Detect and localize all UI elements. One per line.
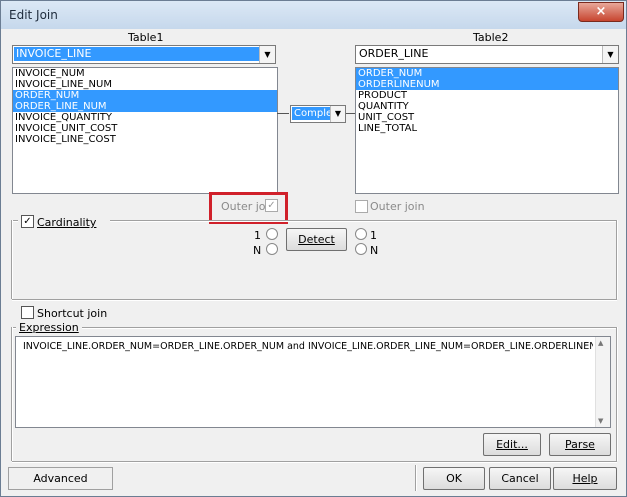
expression-group-bottom [12, 461, 617, 463]
table2-column-item[interactable]: ORDERLINENUM [356, 79, 618, 90]
ok-button[interactable]: OK [423, 467, 485, 490]
footer-divider [415, 465, 417, 491]
right-cardinality-one-label: 1 [370, 229, 377, 242]
table1-column-item[interactable]: INVOICE_UNIT_COST [13, 123, 277, 134]
table1-label: Table1 [128, 31, 164, 44]
help-button[interactable]: Help [553, 467, 617, 490]
right-cardinality-n-radio[interactable] [355, 243, 367, 255]
expression-group-right [616, 327, 618, 461]
scroll-down-icon[interactable]: ▼ [598, 417, 603, 425]
table2-select[interactable]: ORDER_LINE ▼ [355, 45, 619, 64]
cancel-button[interactable]: Cancel [489, 467, 551, 490]
table1-selected-value: INVOICE_LINE [14, 47, 260, 61]
operator-select[interactable]: Complex ▼ [290, 105, 346, 123]
expression-text: INVOICE_LINE.ORDER_NUM=ORDER_LINE.ORDER_… [23, 341, 593, 352]
cardinality-group-right [616, 220, 618, 299]
chevron-down-icon[interactable]: ▼ [330, 106, 345, 122]
table1-column-item[interactable]: INVOICE_LINE_NUM [13, 79, 277, 90]
table2-outer-join-checkbox[interactable] [355, 200, 368, 213]
checkmark-icon: ✓ [267, 200, 276, 211]
edit-button[interactable]: Edit... [483, 433, 541, 456]
left-cardinality-one-radio[interactable] [266, 228, 278, 240]
expression-group-left [11, 327, 13, 461]
footer-bar: Advanced OK Cancel Help [8, 465, 619, 491]
shortcut-join-label: Shortcut join [37, 307, 108, 320]
table2-column-item[interactable]: QUANTITY [356, 101, 618, 112]
cardinality-checkbox[interactable]: ✓ [21, 215, 34, 228]
parse-button[interactable]: Parse [549, 433, 611, 456]
table2-outer-join-label: Outer join [370, 200, 425, 213]
advanced-button[interactable]: Advanced [8, 467, 113, 490]
window-title: Edit Join [9, 8, 58, 22]
detect-button[interactable]: Detect [286, 228, 347, 251]
table1-column-item[interactable]: INVOICE_NUM [13, 68, 277, 79]
expression-scrollbar[interactable]: ▲ ▼ [595, 337, 610, 427]
dialog-body: Table1 INVOICE_LINE ▼ INVOICE_NUM INVOICE… [8, 29, 619, 491]
table2-label: Table2 [473, 31, 509, 44]
chevron-down-icon[interactable]: ▼ [602, 46, 618, 63]
expression-textarea[interactable]: INVOICE_LINE.ORDER_NUM=ORDER_LINE.ORDER_… [15, 336, 611, 428]
left-cardinality-n-label: N [253, 244, 262, 257]
expression-label: Expression [16, 321, 82, 334]
table1-column-item[interactable]: INVOICE_QUANTITY [13, 112, 277, 123]
cardinality-label: Cardinality [37, 216, 97, 229]
expression-group-top [12, 327, 617, 329]
edit-join-window: Edit Join × Table1 INVOICE_LINE ▼ INVOIC… [0, 0, 627, 497]
close-icon: × [595, 4, 607, 19]
table2-column-item[interactable]: UNIT_COST [356, 112, 618, 123]
chevron-down-icon[interactable]: ▼ [259, 46, 275, 63]
table2-selected-value: ORDER_LINE [359, 47, 429, 60]
cardinality-group-left [11, 220, 13, 299]
left-cardinality-one-label: 1 [254, 229, 261, 242]
table2-column-item[interactable]: LINE_TOTAL [356, 123, 618, 134]
shortcut-join-checkbox[interactable] [21, 306, 34, 319]
table1-select[interactable]: INVOICE_LINE ▼ [12, 45, 276, 64]
right-cardinality-n-label: N [370, 244, 379, 257]
right-cardinality-one-radio[interactable] [355, 228, 367, 240]
left-cardinality-n-radio[interactable] [266, 243, 278, 255]
close-button[interactable]: × [578, 2, 624, 22]
table2-column-list[interactable]: ORDER_NUM ORDERLINENUM PRODUCT QUANTITY UNIT… [355, 67, 619, 194]
table2-column-item[interactable]: PRODUCT [356, 90, 618, 101]
cardinality-group-bottom [12, 299, 617, 301]
operator-value: Complex [292, 107, 338, 120]
scroll-up-icon[interactable]: ▲ [598, 339, 603, 347]
table1-column-list[interactable]: INVOICE_NUM INVOICE_LINE_NUM ORDER_NUM ORDE… [12, 67, 278, 194]
table1-column-item[interactable]: ORDER_LINE_NUM [13, 101, 277, 112]
table1-outer-join-checkbox[interactable]: ✓ [265, 199, 278, 212]
table2-column-item[interactable]: ORDER_NUM [356, 68, 618, 79]
join-connector-left [277, 113, 289, 114]
table1-column-item[interactable]: ORDER_NUM [13, 90, 277, 101]
table1-column-item[interactable]: INVOICE_LINE_COST [13, 134, 277, 145]
checkmark-icon: ✓ [23, 216, 32, 227]
title-bar[interactable]: Edit Join × [1, 1, 626, 29]
